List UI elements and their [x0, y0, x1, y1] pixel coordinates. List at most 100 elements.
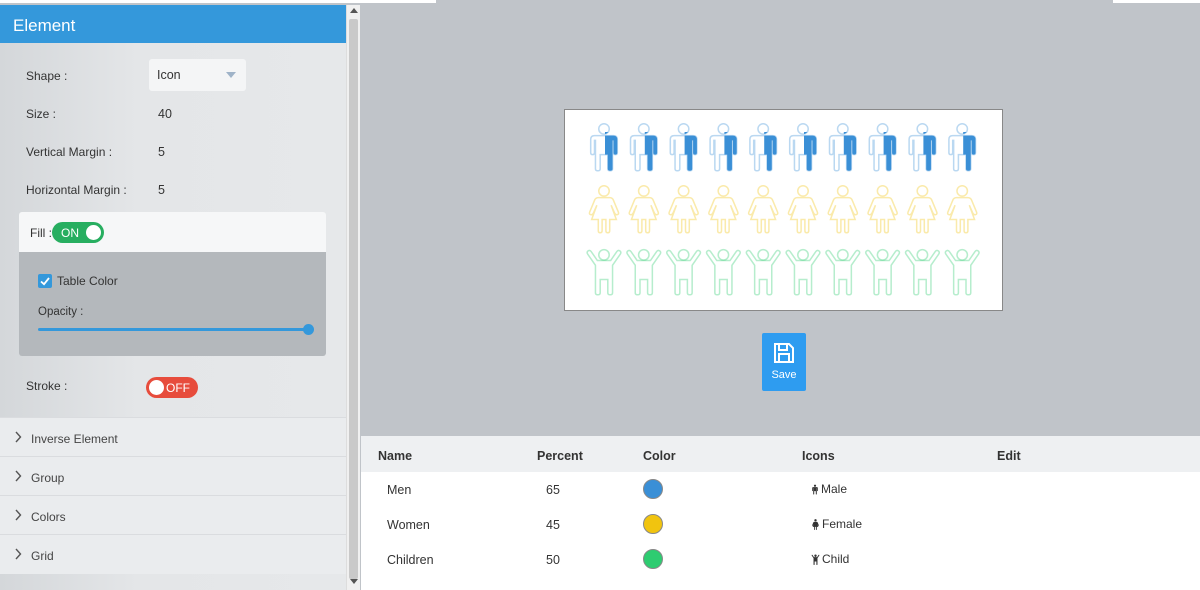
cell-percent[interactable]: 65 — [546, 483, 560, 497]
child-icon — [811, 554, 820, 565]
section-label: Colors — [31, 510, 66, 524]
toggle-knob — [149, 380, 164, 395]
chevron-right-icon — [15, 548, 22, 560]
shape-select[interactable]: Icon — [149, 59, 246, 91]
pictogram-icon-children — [666, 249, 701, 295]
size-label: Size : — [26, 107, 57, 121]
section-label: Grid — [31, 549, 54, 563]
fill-row: Fill : ON — [19, 212, 326, 252]
icon-label: Male — [821, 482, 848, 496]
pictogram-icon-outline — [828, 122, 857, 172]
section-colors[interactable]: Colors — [0, 495, 346, 534]
fill-toggle[interactable]: ON — [52, 222, 104, 243]
pictogram-icon-children — [706, 249, 741, 295]
pictogram-icon-outline — [867, 184, 898, 234]
pictogram-icon-children — [826, 250, 860, 295]
pictogram-icon-children — [906, 250, 940, 295]
section-label: Inverse Element — [31, 432, 118, 446]
pictogram-icon-outline — [904, 248, 941, 296]
pictogram-icon-women — [788, 186, 817, 233]
cell-name: Children — [387, 553, 434, 567]
cell-icon[interactable]: Child — [811, 552, 849, 566]
chevron-right-icon — [15, 431, 22, 443]
chevron-right-icon — [15, 470, 22, 482]
icon-label: Female — [822, 517, 863, 531]
data-table: Name Percent Color Icons Edit Men 65 Mal… — [361, 436, 1200, 590]
pictogram-icon-outline — [586, 248, 622, 296]
pictogram-icon-outline — [628, 184, 660, 234]
color-swatch[interactable] — [643, 549, 663, 569]
vertical-margin-label: Vertical Margin : — [26, 145, 113, 159]
cell-name: Women — [387, 518, 430, 532]
color-swatch[interactable] — [643, 514, 663, 534]
table-color-checkbox[interactable] — [38, 274, 52, 288]
horizontal-margin-label: Horizontal Margin : — [26, 183, 127, 197]
pictogram-icon-outline — [708, 184, 739, 234]
pictogram-icon-outline — [589, 122, 619, 172]
save-button[interactable]: Save — [762, 333, 806, 391]
chevron-right-icon — [15, 509, 22, 521]
pictogram-chart — [586, 122, 980, 296]
cell-icon[interactable]: Female — [811, 517, 862, 531]
panel-title: Element — [0, 5, 346, 43]
top-strip — [0, 0, 1200, 4]
opacity-slider-track[interactable] — [38, 328, 310, 331]
table-row[interactable]: Men 65 Male — [361, 473, 1200, 508]
pictogram-icon-women — [748, 185, 765, 233]
pictogram-icon-outline — [626, 248, 662, 296]
pictogram-icon-children — [746, 249, 781, 295]
scroll-up-icon[interactable] — [350, 8, 358, 13]
size-value[interactable]: 40 — [158, 107, 172, 121]
pictogram-icon-women — [708, 185, 738, 233]
pictogram-icon-women — [948, 186, 977, 233]
stroke-label: Stroke : — [26, 379, 68, 393]
section-label: Group — [31, 471, 65, 485]
pictogram-icon-outline — [749, 122, 778, 172]
scroll-thumb[interactable] — [349, 19, 358, 579]
pictogram-icon-outline — [629, 122, 658, 172]
toggle-knob — [86, 225, 101, 240]
header-color: Color — [643, 449, 676, 463]
table-row[interactable]: Women 45 Female — [361, 508, 1200, 543]
pictogram-icon-women — [629, 185, 659, 233]
pictogram-icon-outline — [747, 184, 779, 234]
page: Element Shape : Icon Size : 40 Vertical … — [0, 0, 1200, 590]
fill-options: Table Color Opacity : — [19, 252, 326, 356]
fill-label: Fill : — [30, 226, 52, 240]
pictogram-icon-outline — [785, 248, 821, 296]
shape-label: Shape : — [26, 69, 68, 83]
pictogram-icon-outline — [668, 184, 699, 234]
pictogram-icon-outline — [709, 122, 738, 172]
cell-percent[interactable]: 45 — [546, 518, 560, 532]
pictogram-icon-outline — [868, 122, 897, 172]
panel-scrollbar[interactable] — [346, 5, 360, 590]
element-panel: Element Shape : Icon Size : 40 Vertical … — [0, 5, 346, 590]
opacity-slider-handle[interactable] — [303, 324, 314, 335]
floppy-disk-icon — [774, 343, 794, 363]
cell-percent[interactable]: 50 — [546, 553, 560, 567]
stroke-toggle-text: OFF — [166, 381, 190, 395]
save-label: Save — [771, 369, 797, 381]
color-swatch[interactable] — [643, 479, 663, 499]
table-header: Name Percent Color Icons Edit — [361, 436, 1200, 472]
vertical-margin-value[interactable]: 5 — [158, 145, 165, 159]
section-inverse-element[interactable]: Inverse Element — [0, 417, 346, 456]
cell-name: Men — [387, 483, 412, 497]
scroll-down-icon[interactable] — [350, 579, 358, 584]
caret-down-icon — [226, 72, 236, 78]
section-grid[interactable]: Grid — [0, 534, 346, 574]
fill-toggle-text: ON — [61, 226, 79, 240]
chart-canvas — [564, 109, 1003, 311]
pictogram-icon-women — [589, 185, 619, 233]
section-group[interactable]: Group — [0, 456, 346, 495]
male-icon — [811, 484, 819, 495]
pictogram-icon-outline — [907, 184, 938, 234]
table-row[interactable]: Children 50 Child — [361, 543, 1200, 578]
pictogram-icon-women — [908, 186, 937, 233]
horizontal-margin-value[interactable]: 5 — [158, 183, 165, 197]
stroke-toggle[interactable]: OFF — [146, 377, 198, 398]
pictogram-icon-children — [866, 250, 900, 295]
cell-icon[interactable]: Male — [811, 482, 847, 496]
pictogram-icon-outline — [787, 184, 819, 234]
pictogram-icon-outline — [745, 248, 781, 296]
